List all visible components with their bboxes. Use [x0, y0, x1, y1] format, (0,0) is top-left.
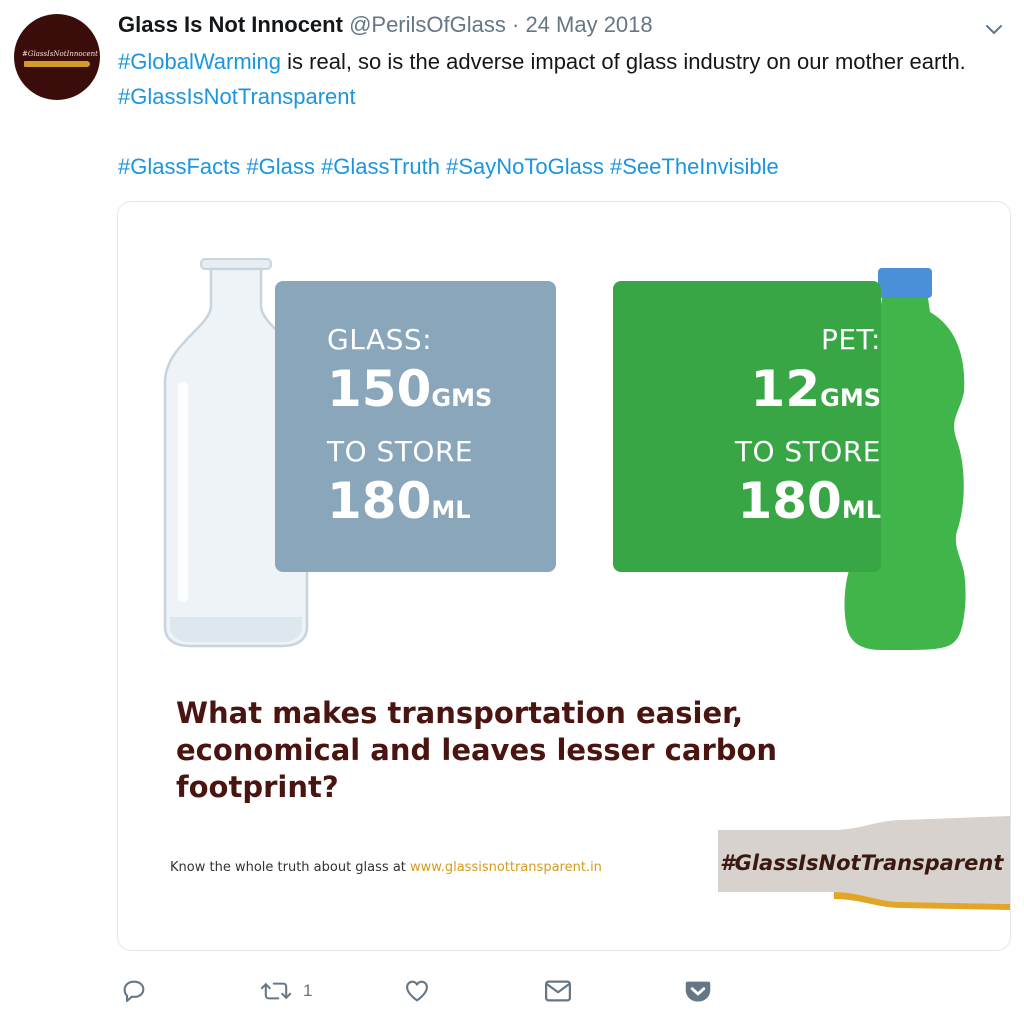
tweet-text: #GlobalWarming is real, so is the advers… — [118, 44, 1018, 184]
like-button[interactable] — [403, 972, 441, 1010]
hashtag-link[interactable]: #Glass — [246, 154, 314, 179]
chevron-down-icon[interactable] — [982, 18, 1006, 42]
footer-url: www.glassisnottransparent.in — [410, 860, 602, 875]
tweet-actions: 1 — [0, 972, 1024, 1012]
avatar-logo-text: #GlassIsNotInnocent — [22, 50, 98, 58]
tweet-header: Glass Is Not Innocent @PerilsOfGlass · 2… — [118, 11, 964, 39]
pocket-button[interactable] — [684, 972, 712, 1010]
pet-stats-panel: PET: 12GMS TO STORE 180ML — [613, 281, 881, 572]
heart-icon — [406, 980, 428, 1002]
author-handle[interactable]: @PerilsOfGlass — [349, 12, 506, 37]
retweet-button[interactable]: 1 — [259, 972, 312, 1010]
footer-text: Know the whole truth about glass at — [170, 860, 411, 875]
glass-volume: 180ML — [327, 472, 471, 530]
tweet-text-run: is real, so is the adverse impact of gla… — [281, 49, 966, 74]
retweet-count: 1 — [303, 981, 313, 1000]
reply-button[interactable] — [120, 972, 158, 1010]
tweet-text-line-1: #GlobalWarming is real, so is the advers… — [118, 44, 1018, 114]
author-name[interactable]: Glass Is Not Innocent — [118, 12, 343, 37]
hashtag-link[interactable]: #GlassFacts — [118, 154, 240, 179]
reply-icon — [123, 980, 145, 1002]
avatar[interactable]: #GlassIsNotInnocent — [14, 14, 100, 100]
hashtag-link[interactable]: #SeeTheInvisible — [610, 154, 779, 179]
direct-message-button[interactable] — [543, 972, 573, 1010]
infographic-question: What makes transportation easier, econom… — [176, 696, 778, 804]
glass-label: GLASS: — [327, 323, 433, 356]
retweet-icon — [260, 982, 292, 1000]
footer-hashtag: #GlassIsNotTransparent — [720, 851, 1004, 875]
glass-weight: 150GMS — [327, 360, 493, 418]
envelope-icon — [545, 980, 571, 1002]
pocket-icon — [685, 981, 711, 1002]
pet-label: PET: — [820, 323, 881, 356]
hashtag-link[interactable]: #SayNoToGlass — [446, 154, 604, 179]
hashtag-link[interactable]: #GlassTruth — [321, 154, 440, 179]
hashtag-link[interactable]: #GlassIsNotTransparent — [118, 84, 356, 109]
glass-stats-panel: GLASS: 150GMS TO STORE 180ML — [275, 281, 556, 572]
tweet-date[interactable]: · 24 May 2018 — [512, 12, 653, 37]
avatar-bottle-icon — [24, 61, 90, 67]
pet-store-label: TO STORE — [734, 435, 881, 468]
glass-store-label: TO STORE — [327, 435, 474, 468]
hashtag-link[interactable]: #GlobalWarming — [118, 49, 281, 74]
infographic-footer: Know the whole truth about glass at www.… — [170, 860, 602, 875]
pet-weight: 12GMS — [750, 360, 881, 418]
tweet-text-line-2: #GlassFacts #Glass #GlassTruth #SayNoToG… — [118, 149, 1018, 184]
pet-volume: 180ML — [737, 472, 881, 530]
media-card[interactable]: GLASS: 150GMS TO STORE 180ML PET: 12GMS … — [117, 201, 1011, 951]
